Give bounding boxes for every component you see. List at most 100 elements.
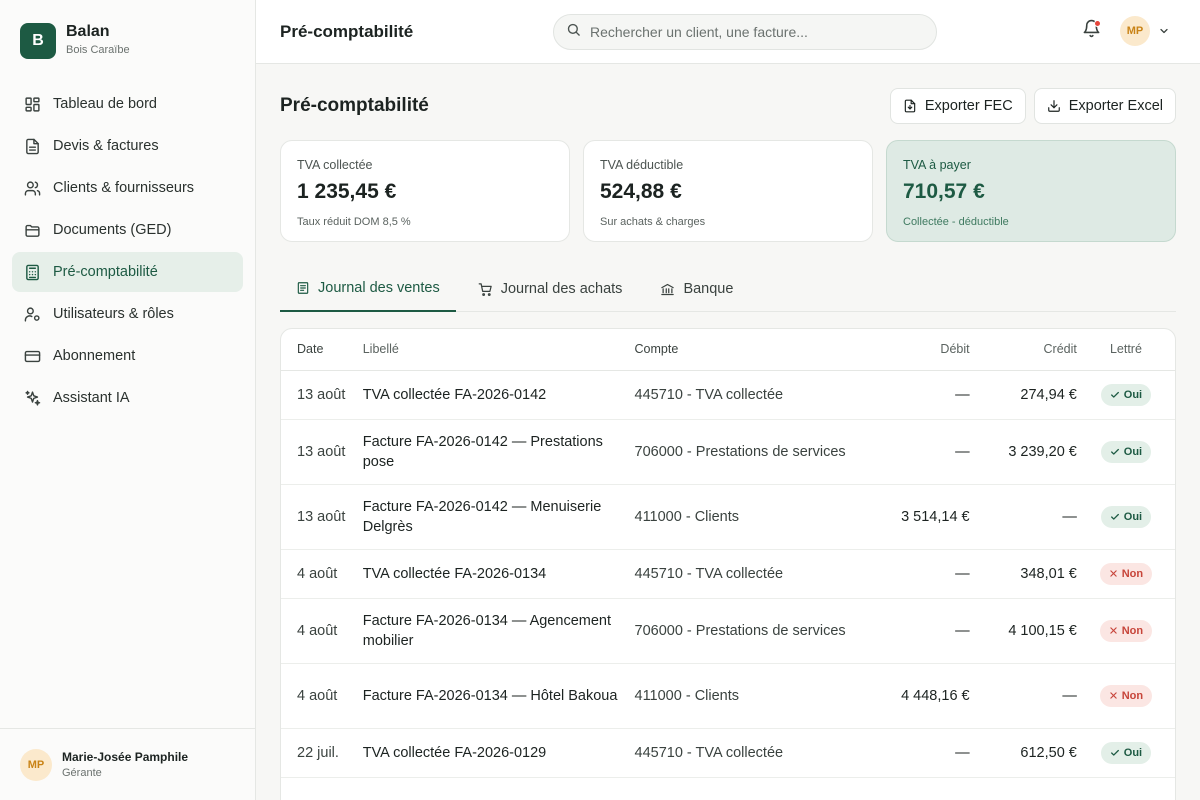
- export-fec-button[interactable]: Exporter FEC: [889, 88, 1026, 124]
- user-profile[interactable]: MP Marie-Josée Pamphile Gérante: [0, 728, 255, 800]
- sidebar-item-users-roles[interactable]: Utilisateurs & rôles: [12, 294, 243, 334]
- col-debit[interactable]: Débit: [869, 329, 970, 371]
- cell-reconciled: Non: [1076, 663, 1175, 729]
- table-row[interactable]: 13 août TVA collectée FA-2026-0142 44571…: [281, 370, 1175, 420]
- sidebar-item-dashboard[interactable]: Tableau de bord: [12, 84, 243, 124]
- sidebar-item-documents[interactable]: Documents (GED): [12, 210, 243, 250]
- sidebar-nav: Tableau de bord Devis & factures Clients…: [0, 84, 255, 418]
- status-badge: Non: [1099, 684, 1153, 707]
- status-badge: Non: [1099, 562, 1153, 585]
- journal-tabs: Journal des ventes Journal des achats Ba…: [280, 266, 1176, 312]
- card-subtitle: Collectée - déductible: [903, 216, 1009, 228]
- table-header: Date Libellé Compte Débit Crédit Lettré: [281, 329, 1175, 371]
- cell-credit: —: [969, 663, 1077, 729]
- file-download-icon: [903, 99, 917, 113]
- page-title: Pré-comptabilité: [280, 95, 429, 116]
- check-icon: [1110, 390, 1120, 400]
- sidebar-item-label: Clients & fournisseurs: [53, 180, 195, 196]
- folder-icon: [24, 222, 41, 239]
- cart-icon: [478, 282, 493, 297]
- close-icon: [1109, 691, 1118, 700]
- card-label: TVA collectée: [297, 158, 373, 172]
- cell-debit: —: [869, 419, 970, 485]
- cell-debit: [869, 777, 970, 800]
- sidebar-item-label: Assistant IA: [53, 390, 130, 406]
- cell-debit: —: [869, 549, 970, 599]
- sidebar-item-quotes-invoices[interactable]: Devis & factures: [12, 126, 243, 166]
- export-actions: Exporter FEC Exporter Excel: [882, 88, 1176, 124]
- col-reconciled[interactable]: Lettré: [1076, 329, 1175, 371]
- cell-reconciled: Oui: [1076, 419, 1175, 485]
- search-bar[interactable]: [553, 14, 937, 50]
- table-row[interactable]: 4 août Facture FA-2026-0134 — Agencement…: [281, 598, 1175, 664]
- cell-credit: —: [969, 484, 1077, 550]
- table-row[interactable]: 22 juil. TVA collectée FA-2026-0129 4457…: [281, 728, 1175, 778]
- cell-reconciled: [1076, 777, 1175, 800]
- brand[interactable]: B Balan Bois Caraïbe: [0, 0, 255, 64]
- cell-account: 445710 - TVA collectée: [634, 549, 870, 599]
- sidebar-item-label: Documents (GED): [53, 222, 172, 238]
- tab-sales-journal[interactable]: Journal des ventes: [280, 266, 456, 312]
- topbar: Pré-comptabilité MP: [256, 0, 1200, 64]
- vat-summary-cards: TVA collectée 1 235,45 € Taux réduit DOM…: [280, 140, 1176, 242]
- card-vat-collected: TVA collectée 1 235,45 € Taux réduit DOM…: [280, 140, 570, 242]
- topbar-actions: MP: [1080, 16, 1172, 46]
- account-avatar[interactable]: MP: [1120, 16, 1150, 46]
- user-name: Marie-Josée Pamphile: [62, 749, 189, 764]
- card-vat-deductible: TVA déductible 524,88 € Sur achats & cha…: [583, 140, 873, 242]
- cell-label: Facture FA-2026-0134 — Hôtel Bakoua: [362, 663, 635, 729]
- badge-label: Non: [1121, 689, 1144, 702]
- sidebar-item-clients-suppliers[interactable]: Clients & fournisseurs: [12, 168, 243, 208]
- tab-label: Journal des achats: [500, 281, 623, 297]
- col-account[interactable]: Compte: [634, 329, 870, 371]
- cell-label: Facture FA-2026-0134 — Agencement mobili…: [362, 598, 635, 664]
- chevron-down-icon[interactable]: [1158, 24, 1172, 38]
- table-row[interactable]: [281, 777, 1175, 800]
- table-row[interactable]: 13 août Facture FA-2026-0142 — Prestatio…: [281, 419, 1175, 485]
- sidebar-item-label: Tableau de bord: [53, 96, 157, 112]
- sidebar-item-pre-accounting[interactable]: Pré-comptabilité: [12, 252, 243, 292]
- sidebar: B Balan Bois Caraïbe Tableau de bord Dev…: [0, 0, 256, 800]
- receipt-icon: [296, 281, 310, 295]
- status-badge: Oui: [1100, 505, 1152, 528]
- topbar-title: Pré-comptabilité: [280, 21, 414, 41]
- table-row[interactable]: 4 août TVA collectée FA-2026-0134 445710…: [281, 549, 1175, 599]
- sales-journal-table: Date Libellé Compte Débit Crédit Lettré …: [280, 328, 1176, 800]
- sidebar-item-ai-assistant[interactable]: Assistant IA: [12, 378, 243, 418]
- dashboard-icon: [24, 96, 41, 113]
- cell-credit: 612,50 €: [969, 728, 1077, 778]
- cell-credit: 274,94 €: [969, 370, 1077, 420]
- user-settings-icon: [24, 306, 41, 323]
- col-date[interactable]: Date: [281, 329, 363, 371]
- download-icon: [1047, 99, 1061, 113]
- cell-debit: —: [869, 728, 970, 778]
- tab-label: Journal des ventes: [318, 280, 440, 296]
- cell-debit: 3 514,14 €: [869, 484, 970, 550]
- brand-text: Balan Bois Caraïbe: [66, 22, 130, 58]
- sparkles-icon: [24, 390, 41, 407]
- notifications-button[interactable]: [1080, 19, 1102, 42]
- tab-purchases-journal[interactable]: Journal des achats: [462, 266, 639, 312]
- cell-debit: 4 448,16 €: [869, 663, 970, 729]
- sidebar-item-subscription[interactable]: Abonnement: [12, 336, 243, 376]
- export-excel-button[interactable]: Exporter Excel: [1033, 88, 1176, 124]
- search-input[interactable]: [590, 24, 910, 40]
- cell-date: 22 juil.: [281, 728, 363, 778]
- sidebar-item-label: Pré-comptabilité: [53, 264, 158, 280]
- tab-label: Banque: [683, 281, 734, 297]
- cell-account: 706000 - Prestations de services: [634, 598, 870, 664]
- sidebar-item-label: Utilisateurs & rôles: [53, 306, 174, 322]
- card-value: 710,57 €: [903, 180, 985, 203]
- col-credit[interactable]: Crédit: [969, 329, 1077, 371]
- cell-date: 4 août: [281, 598, 363, 664]
- journal-table: Date Libellé Compte Débit Crédit Lettré …: [281, 329, 1175, 800]
- sidebar-item-label: Abonnement: [53, 348, 136, 364]
- close-icon: [1109, 626, 1118, 635]
- col-label[interactable]: Libellé: [362, 329, 635, 371]
- card-value: 1 235,45 €: [297, 180, 397, 203]
- tab-bank[interactable]: Banque: [644, 266, 749, 312]
- bank-icon: [660, 282, 675, 297]
- table-row[interactable]: 4 août Facture FA-2026-0134 — Hôtel Bako…: [281, 663, 1175, 729]
- export-excel-label: Exporter Excel: [1068, 98, 1163, 114]
- table-row[interactable]: 13 août Facture FA-2026-0142 — Menuiseri…: [281, 484, 1175, 550]
